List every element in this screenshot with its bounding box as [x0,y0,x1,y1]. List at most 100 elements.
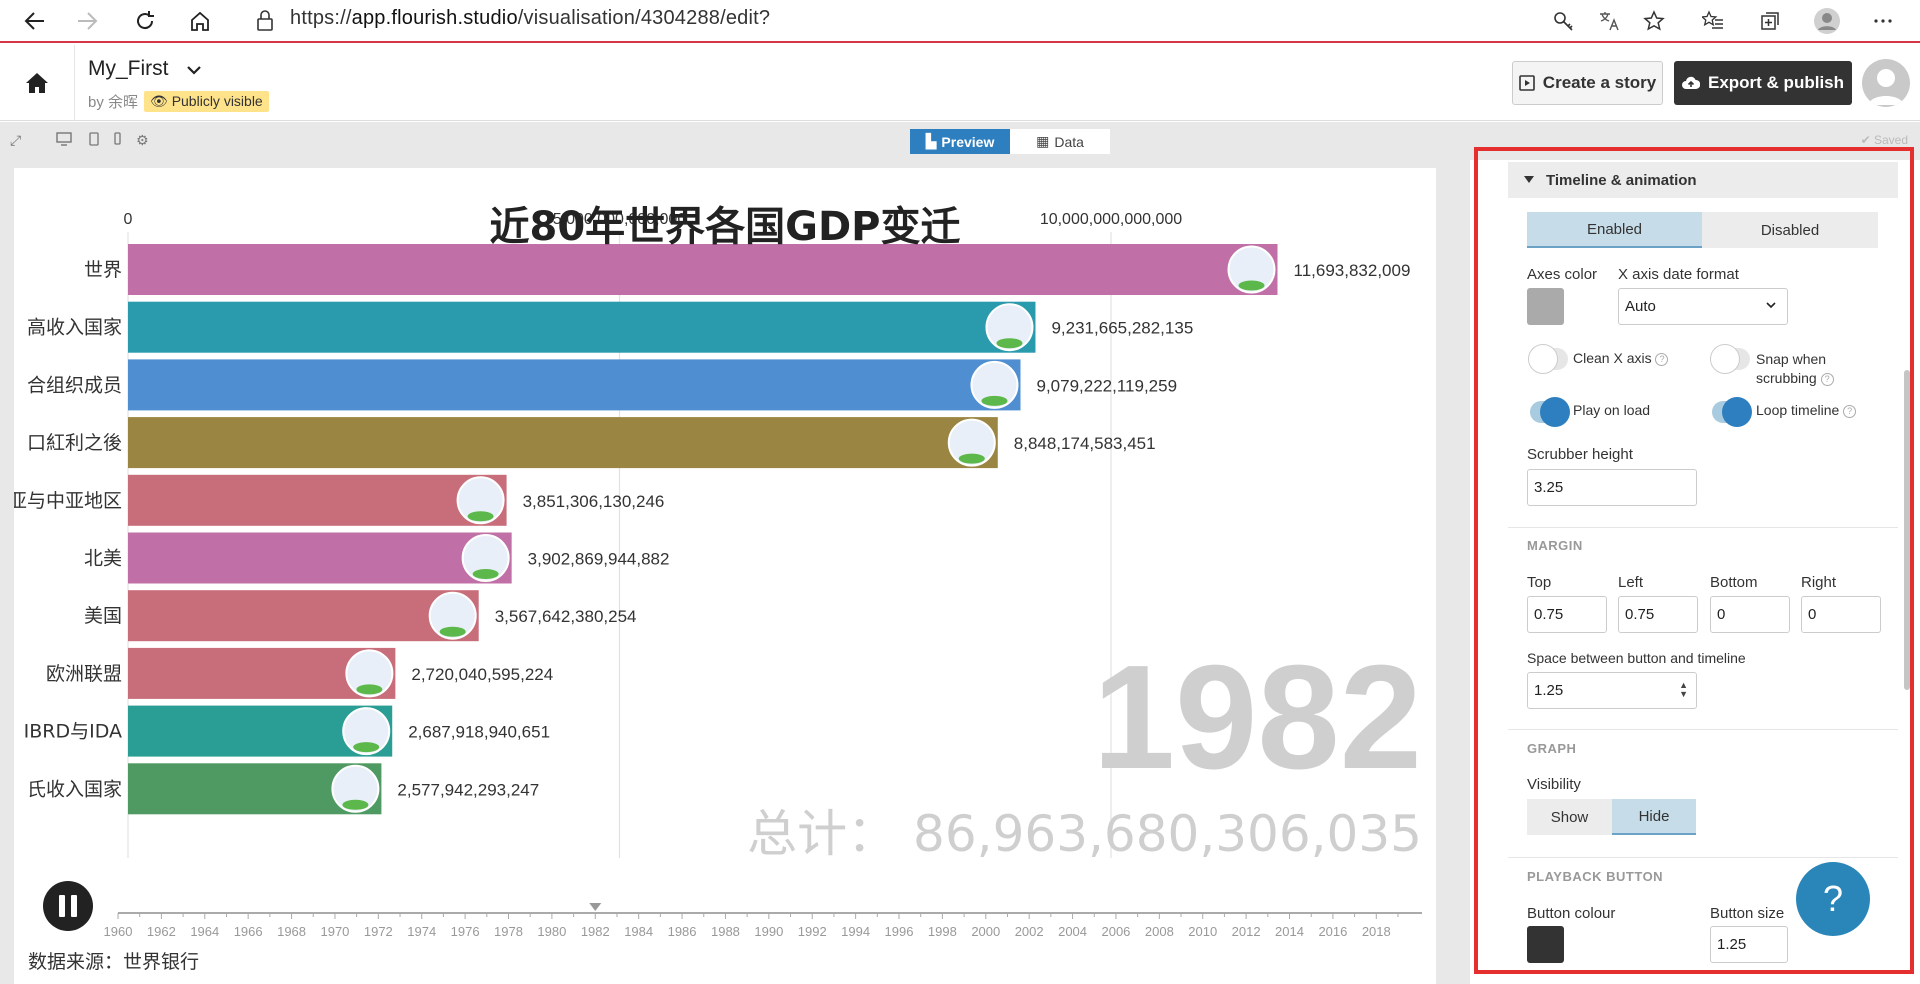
bar[interactable] [128,417,998,469]
graph-caption: GRAPH [1527,741,1577,756]
section-divider [1508,729,1898,730]
button-colour-label: Button colour [1527,905,1616,922]
tab-preview[interactable]: ▙ Preview [910,129,1010,154]
margin-bottom-label: Bottom [1710,574,1758,591]
button-size-input[interactable]: 1.25 [1710,926,1788,963]
value-label: 2,687,918,940,651 [408,723,550,742]
timeline-year-label: 1966 [234,924,263,939]
axes-color-swatch[interactable] [1527,288,1564,325]
bar[interactable] [128,532,512,584]
timeline-year-label: 1970 [320,924,349,939]
timeline-year-label: 2014 [1275,924,1304,939]
forward-icon[interactable] [70,4,104,38]
loop-timeline-toggle[interactable] [1712,397,1752,427]
help-button[interactable]: ? [1796,862,1870,936]
enabled-option[interactable]: Enabled [1527,212,1702,248]
chevron-down-icon[interactable] [186,57,202,81]
margin-right-input[interactable]: 0 [1801,596,1881,633]
section-header-timeline[interactable]: Timeline & animation [1508,162,1898,198]
home-icon [26,73,48,93]
category-label: IBRD与IDA [24,721,122,743]
current-year-label: 1982 [1093,635,1422,800]
lock-icon[interactable] [250,6,280,36]
export-publish-button[interactable]: Export & publish [1674,61,1852,105]
stepper-icon[interactable]: ▲ ▼ [1679,681,1688,699]
flourish-home-button[interactable] [0,45,75,121]
button-colour-swatch[interactable] [1527,926,1564,963]
translate-icon[interactable] [1592,4,1626,38]
show-option[interactable]: Show [1527,799,1612,835]
bar[interactable] [128,359,1021,411]
category-label: 合组织成员 [27,374,122,396]
home-icon[interactable] [183,4,217,38]
value-label: 9,231,665,282,135 [1051,319,1193,338]
timeline-year-label: 2006 [1101,924,1130,939]
timeline-year-label: 1968 [277,924,306,939]
timeline-year-label: 2000 [971,924,1000,939]
timeline-year-label: 1980 [537,924,566,939]
timeline-handle[interactable] [589,903,602,911]
key-icon[interactable] [1547,4,1581,38]
address-bar[interactable]: https://app.flourish.studio/visualisatio… [290,7,770,30]
reload-icon[interactable] [128,4,162,38]
x-axis-format-label: X axis date format [1618,266,1739,283]
desktop-view-icon[interactable] [56,132,74,150]
tablet-view-icon[interactable] [88,132,106,150]
category-label: 氏收入国家 [27,778,122,800]
profile-icon[interactable] [1810,4,1844,38]
margin-top-input[interactable]: 0.75 [1527,596,1607,633]
button-size-label: Button size [1710,905,1785,922]
eye-icon: 👁 [150,93,168,109]
space-button-timeline-input[interactable]: 1.25 ▲ ▼ [1527,672,1697,709]
value-label: 9,079,222,119,259 [1036,376,1177,395]
gear-icon[interactable]: ⚙ [136,132,154,150]
bar-image-icon [981,395,1008,406]
chevron-down-icon [1765,298,1777,314]
hide-option[interactable]: Hide [1612,799,1696,835]
bar[interactable] [128,301,1036,353]
timeline-year-label: 1998 [928,924,957,939]
play-on-load-toggle[interactable] [1530,397,1570,427]
collections-icon[interactable] [1753,4,1787,38]
help-icon[interactable]: ? [1820,372,1834,386]
timeline-year-label: 2012 [1232,924,1261,939]
timeline-year-label: 1984 [624,924,653,939]
space-button-timeline-label: Space between button and timeline [1527,650,1746,666]
visibility-badge[interactable]: 👁 Publicly visible [144,91,269,112]
help-icon[interactable]: ? [1843,404,1857,418]
clean-x-axis-toggle[interactable] [1528,344,1568,374]
mobile-view-icon[interactable] [112,132,130,150]
disabled-option[interactable]: Disabled [1702,212,1878,248]
timeline-year-label: 1994 [841,924,870,939]
create-story-button[interactable]: Create a story [1512,61,1663,105]
bar-image-icon [467,511,494,522]
bar[interactable] [128,474,507,526]
avatar[interactable] [1862,59,1910,107]
margin-bottom-input[interactable]: 0 [1710,596,1790,633]
visualisation-title[interactable]: My_First [88,57,202,81]
scrubber-height-input[interactable]: 3.25 [1527,469,1697,506]
category-label: 口紅利之後 [27,432,122,454]
margin-right-label: Right [1801,574,1837,591]
category-label: 欧洲联盟 [46,663,122,685]
help-icon[interactable]: ? [1655,352,1669,366]
value-label: 3,567,642,380,254 [495,607,637,626]
more-icon[interactable] [1866,4,1900,38]
star-icon[interactable] [1637,4,1671,38]
fullscreen-icon[interactable]: ⤢ [10,132,28,150]
margin-left-input[interactable]: 0.75 [1618,596,1698,633]
scrubber-height-label: Scrubber height [1527,446,1633,463]
graph-visibility-toggle: Show Hide [1527,799,1696,835]
timeline-enabled-toggle: Enabled Disabled [1527,212,1878,248]
bar[interactable] [128,590,479,642]
bar-image-icon [472,569,499,579]
timeline-year-label: 2002 [1015,924,1044,939]
favorites-icon[interactable] [1696,4,1730,38]
back-icon[interactable] [18,4,52,38]
chart-icon: ▙ [925,133,937,149]
pause-button[interactable] [43,881,93,931]
x-axis-format-select[interactable]: Auto [1618,288,1788,325]
snap-scrubbing-toggle[interactable] [1710,344,1750,374]
panel-scrollbar[interactable] [1904,370,1910,690]
tab-data[interactable]: ▦ Data [1010,129,1110,154]
